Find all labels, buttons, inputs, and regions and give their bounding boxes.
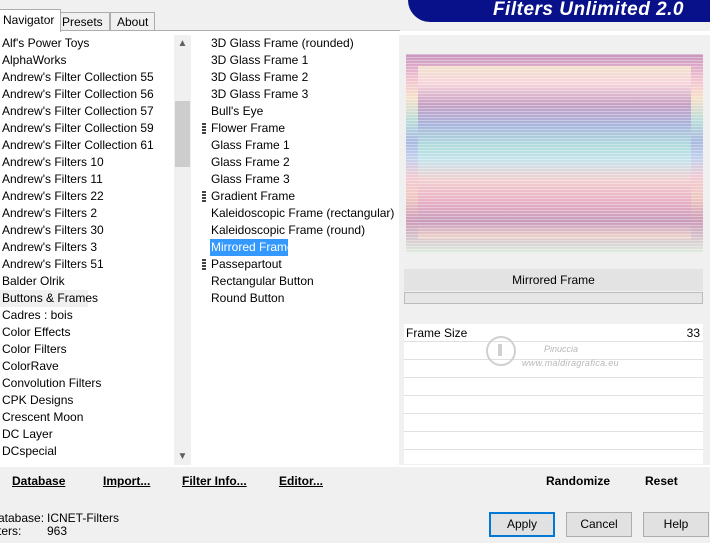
filter-item-label: Glass Frame 1 bbox=[211, 138, 290, 152]
tab-about[interactable]: About bbox=[110, 12, 156, 31]
editor-button[interactable]: Editor... bbox=[279, 474, 323, 488]
database-button[interactable]: Database bbox=[12, 474, 65, 488]
category-item[interactable]: Crescent Moon bbox=[0, 409, 174, 426]
filter-item-label: Passepartout bbox=[211, 257, 282, 271]
category-item[interactable]: ColorRave bbox=[0, 358, 174, 375]
filter-item[interactable]: Glass Frame 2 bbox=[202, 154, 392, 171]
filters-count-value: 963 bbox=[47, 524, 68, 538]
category-item[interactable]: Andrew's Filters 2 bbox=[0, 205, 174, 222]
preview-image bbox=[406, 54, 703, 253]
parameter-value[interactable]: 33 bbox=[687, 326, 700, 340]
scroll-up-icon[interactable]: ▲ bbox=[174, 35, 191, 52]
category-item[interactable]: CPK Designs bbox=[0, 392, 174, 409]
filter-marker-icon bbox=[202, 259, 206, 270]
category-item[interactable]: Alf's Power Toys bbox=[0, 35, 174, 52]
watermark-icon bbox=[486, 336, 516, 366]
filter-item[interactable]: Kaleidoscopic Frame (round) bbox=[202, 222, 392, 239]
filter-item[interactable]: 3D Glass Frame 3 bbox=[202, 86, 392, 103]
filter-item-label: Glass Frame 3 bbox=[211, 172, 290, 186]
filter-item-label: 3D Glass Frame (rounded) bbox=[211, 36, 354, 50]
filter-item-label: Gradient Frame bbox=[211, 189, 296, 203]
category-item[interactable]: Andrew's Filters 51 bbox=[0, 256, 174, 273]
category-item[interactable]: Andrew's Filter Collection 61 bbox=[0, 137, 174, 154]
category-item[interactable]: Color Effects bbox=[0, 324, 174, 341]
filter-item-label: Kaleidoscopic Frame (round) bbox=[211, 223, 366, 237]
filter-item-label: 3D Glass Frame 2 bbox=[211, 70, 309, 84]
filter-item-label: Rectangular Button bbox=[211, 274, 314, 288]
parameter-name: Frame Size bbox=[406, 326, 468, 340]
help-button[interactable]: Help bbox=[643, 512, 709, 537]
watermark-logo: Pinuccia www.maldiragrafica.eu bbox=[480, 332, 640, 374]
tab-presets[interactable]: Presets bbox=[55, 12, 110, 31]
category-item[interactable]: Andrew's Filters 10 bbox=[0, 154, 174, 171]
category-item[interactable]: Andrew's Filter Collection 55 bbox=[0, 69, 174, 86]
filter-item[interactable]: Glass Frame 1 bbox=[202, 137, 392, 154]
reset-button[interactable]: Reset bbox=[645, 474, 678, 488]
filter-item-label: Bull's Eye bbox=[211, 104, 264, 118]
database-label: atabase: bbox=[0, 511, 45, 525]
filter-item[interactable]: Round Button bbox=[202, 290, 392, 307]
banner-title: Filters Unlimited 2.0 bbox=[492, 0, 684, 20]
scroll-thumb[interactable] bbox=[175, 101, 190, 167]
randomize-button[interactable]: Randomize bbox=[546, 474, 610, 488]
parameter-row bbox=[404, 432, 703, 450]
category-item[interactable]: Andrew's Filter Collection 57 bbox=[0, 103, 174, 120]
watermark-url: www.maldiragrafica.eu bbox=[522, 358, 619, 368]
app-banner: Filters Unlimited 2.0 bbox=[408, 0, 710, 22]
filter-item[interactable]: 3D Glass Frame 1 bbox=[202, 52, 392, 69]
filter-item[interactable]: Passepartout bbox=[202, 256, 392, 273]
filter-item-label: 3D Glass Frame 3 bbox=[211, 87, 309, 101]
filter-item[interactable]: Glass Frame 3 bbox=[202, 171, 392, 188]
filter-item[interactable]: Rectangular Button bbox=[202, 273, 392, 290]
parameter-row bbox=[404, 396, 703, 414]
category-item[interactable]: DCspecial bbox=[0, 443, 174, 460]
parameter-row bbox=[404, 414, 703, 432]
parameter-row bbox=[404, 378, 703, 396]
category-item[interactable]: Cadres : bois bbox=[0, 307, 174, 324]
apply-button[interactable]: Apply bbox=[489, 512, 555, 537]
category-item[interactable]: Color Filters bbox=[0, 341, 174, 358]
progress-bar bbox=[404, 292, 703, 304]
filter-item-label: Flower Frame bbox=[211, 121, 286, 135]
filter-item[interactable]: Gradient Frame bbox=[202, 188, 392, 205]
filter-item-label: Mirrored Frame bbox=[210, 239, 294, 256]
current-filter-name: Mirrored Frame bbox=[404, 269, 703, 291]
cancel-button[interactable]: Cancel bbox=[566, 512, 632, 537]
import-button[interactable]: Import... bbox=[103, 474, 150, 488]
filter-item[interactable]: Mirrored Frame bbox=[202, 239, 392, 256]
category-item[interactable]: Buttons & Frames bbox=[0, 290, 98, 307]
filter-item[interactable]: 3D Glass Frame (rounded) bbox=[202, 35, 392, 52]
filter-list[interactable]: 3D Glass Frame (rounded) 3D Glass Frame 1… bbox=[202, 35, 395, 335]
filter-item-label: Kaleidoscopic Frame (rectangular) bbox=[211, 206, 395, 220]
tab-bar: Navigator Presets About bbox=[0, 9, 400, 32]
category-item[interactable]: Andrew's Filters 11 bbox=[0, 171, 174, 188]
category-item[interactable]: AlphaWorks bbox=[0, 52, 174, 69]
category-item[interactable]: Andrew's Filter Collection 56 bbox=[0, 86, 174, 103]
category-item[interactable]: Andrew's Filters 22 bbox=[0, 188, 174, 205]
category-item[interactable]: Andrew's Filters 30 bbox=[0, 222, 174, 239]
preview-inner-frame bbox=[418, 66, 691, 239]
category-item[interactable]: Andrew's Filters 3 bbox=[0, 239, 174, 256]
category-list[interactable]: Alf's Power Toys AlphaWorks Andrew's Filte… bbox=[0, 35, 174, 465]
filter-item[interactable]: Kaleidoscopic Frame (rectangular) bbox=[202, 205, 395, 222]
filter-item[interactable]: Flower Frame bbox=[202, 120, 392, 137]
category-scrollbar[interactable]: ▲ ▼ bbox=[174, 35, 191, 465]
filters-count-label: ters: bbox=[0, 524, 22, 538]
tab-navigator[interactable]: Navigator bbox=[0, 9, 62, 32]
category-item[interactable]: Andrew's Filter Collection 59 bbox=[0, 120, 174, 137]
category-item[interactable]: Convolution Filters bbox=[0, 375, 174, 392]
category-item[interactable]: DC Layer bbox=[0, 426, 174, 443]
filter-item-label: 3D Glass Frame 1 bbox=[211, 53, 309, 67]
watermark-title: Pinuccia bbox=[544, 344, 579, 354]
filter-marker-icon bbox=[202, 123, 206, 134]
filter-info-button[interactable]: Filter Info... bbox=[182, 474, 247, 488]
filter-item[interactable]: 3D Glass Frame 2 bbox=[202, 69, 392, 86]
category-item[interactable]: Balder Olrik bbox=[0, 273, 174, 290]
scroll-down-icon[interactable]: ▼ bbox=[174, 448, 191, 465]
database-value: ICNET-Filters bbox=[47, 511, 119, 525]
filter-marker-icon bbox=[202, 191, 206, 202]
filter-item-label: Round Button bbox=[211, 291, 285, 305]
filter-item-label: Glass Frame 2 bbox=[211, 155, 290, 169]
filter-item[interactable]: Bull's Eye bbox=[202, 103, 392, 120]
